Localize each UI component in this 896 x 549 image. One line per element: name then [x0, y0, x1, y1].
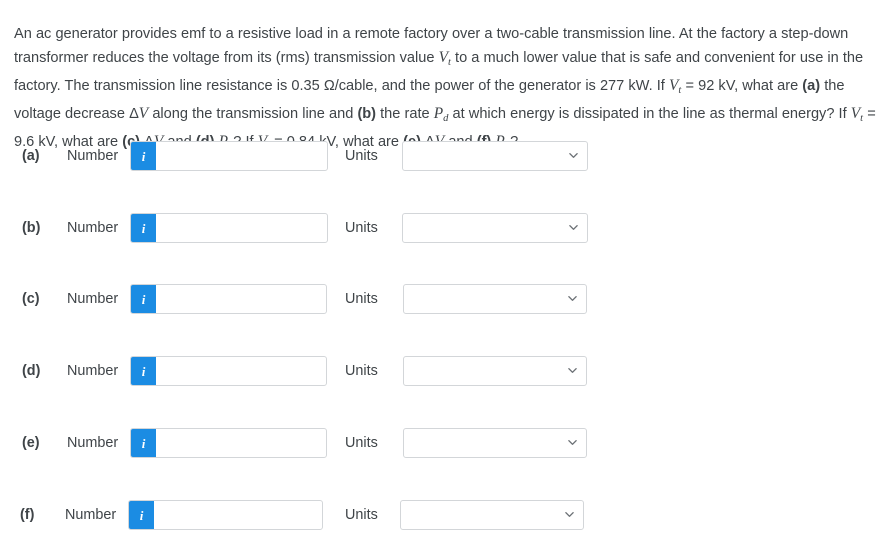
math-subscript: d	[443, 113, 449, 125]
number-input-d[interactable]	[156, 357, 326, 385]
number-input-e[interactable]	[156, 429, 326, 457]
answer-row-f: (f) Number i Units	[20, 500, 584, 530]
answer-row-d: (d) Number i Units	[22, 356, 587, 386]
number-input-group-f: i	[128, 500, 323, 530]
number-label-e: Number	[67, 435, 119, 451]
answer-row-b: (b) Number i Units	[22, 213, 588, 243]
math-variable: P	[433, 105, 444, 123]
units-select-c[interactable]	[404, 285, 586, 313]
number-label-c: Number	[67, 291, 119, 307]
units-select-group-b	[402, 213, 588, 243]
units-select-a[interactable]	[403, 142, 587, 170]
part-label-c: (c)	[22, 291, 40, 307]
units-label-a: Units	[345, 148, 378, 164]
number-input-group-b: i	[130, 213, 328, 243]
math-variable: V	[850, 105, 861, 123]
info-icon-c[interactable]: i	[131, 285, 156, 313]
units-select-b[interactable]	[403, 214, 587, 242]
number-input-group-d: i	[130, 356, 327, 386]
number-label-d: Number	[67, 363, 119, 379]
part-ref-b: (b)	[357, 106, 377, 123]
units-select-e[interactable]	[404, 429, 586, 457]
part-label-b: (b)	[22, 220, 41, 236]
question-page: An ac generator provides emf to a resist…	[0, 0, 896, 549]
math-variable: V	[438, 48, 448, 66]
math-subscript: t	[447, 56, 451, 68]
number-input-group-a: i	[130, 141, 328, 171]
part-label-f: (f)	[20, 507, 35, 523]
units-label-b: Units	[345, 220, 378, 236]
units-select-group-c	[403, 284, 587, 314]
units-label-e: Units	[345, 435, 378, 451]
number-label-f: Number	[65, 507, 117, 523]
units-select-group-f	[400, 500, 584, 530]
problem-statement: An ac generator provides emf to a resist…	[14, 25, 876, 153]
number-input-c[interactable]	[156, 285, 326, 313]
units-label-d: Units	[345, 363, 378, 379]
units-label-c: Units	[345, 291, 378, 307]
answer-row-c: (c) Number i Units	[22, 284, 587, 314]
math-subscript: t	[860, 113, 864, 125]
number-label-a: Number	[67, 148, 119, 164]
number-input-b[interactable]	[156, 214, 327, 242]
info-icon-b[interactable]: i	[131, 214, 156, 242]
info-icon-f[interactable]: i	[129, 501, 154, 529]
info-icon-a[interactable]: i	[131, 142, 156, 170]
info-icon-d[interactable]: i	[131, 357, 156, 385]
units-select-f[interactable]	[401, 501, 583, 529]
answer-row-a: (a) Number i Units	[22, 141, 588, 171]
math-variable: V	[138, 105, 149, 123]
number-input-f[interactable]	[154, 501, 322, 529]
units-select-group-a	[402, 141, 588, 171]
number-input-group-c: i	[130, 284, 327, 314]
units-select-group-d	[403, 356, 587, 386]
answer-row-e: (e) Number i Units	[22, 428, 587, 458]
number-input-a[interactable]	[156, 142, 327, 170]
units-label-f: Units	[345, 507, 378, 523]
units-select-d[interactable]	[404, 357, 586, 385]
math-subscript: t	[678, 84, 682, 96]
part-label-e: (e)	[22, 435, 40, 451]
part-label-d: (d)	[22, 363, 41, 379]
part-label-a: (a)	[22, 148, 40, 164]
number-input-group-e: i	[130, 428, 327, 458]
part-ref-a: (a)	[802, 77, 821, 94]
number-label-b: Number	[67, 220, 119, 236]
info-icon-e[interactable]: i	[131, 429, 156, 457]
math-variable: V	[668, 76, 679, 94]
units-select-group-e	[403, 428, 587, 458]
